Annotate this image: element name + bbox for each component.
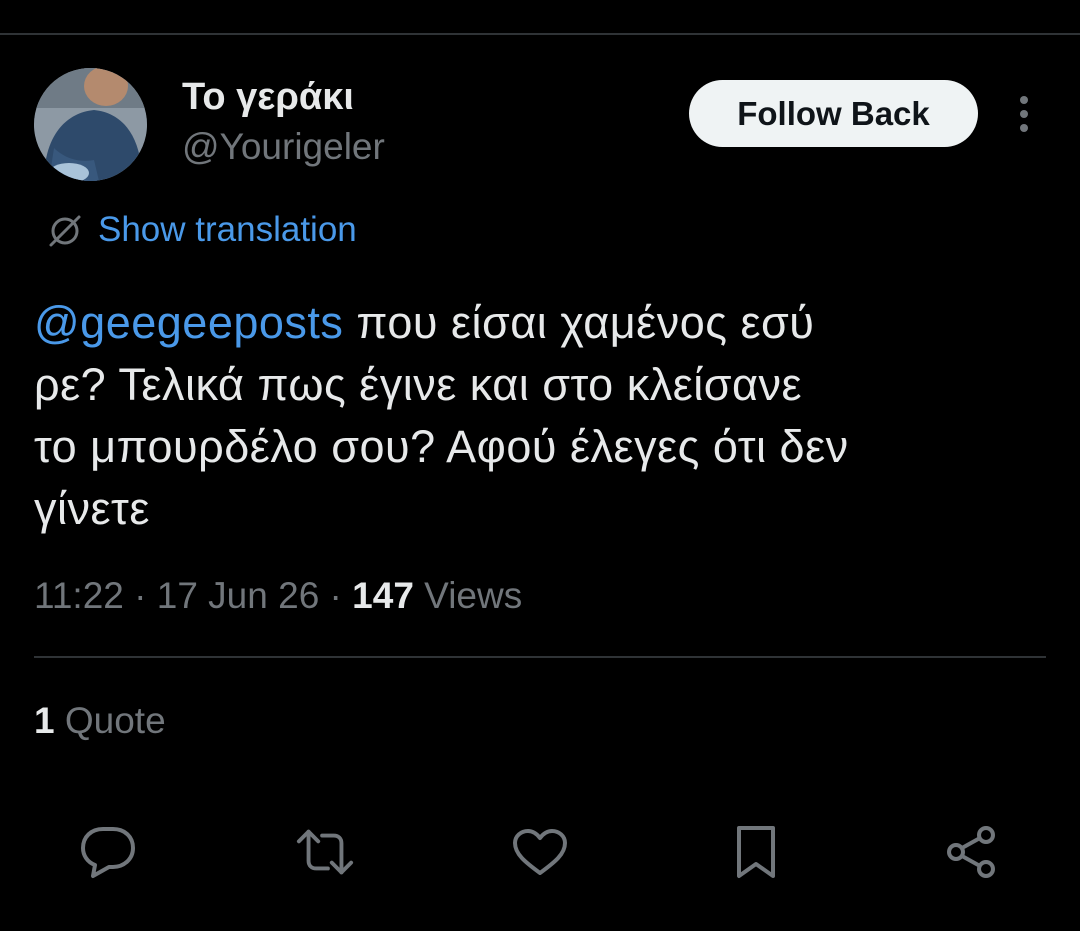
globe-slash-icon — [49, 215, 81, 247]
retweet-button[interactable] — [295, 822, 355, 882]
mention-link[interactable]: @geegeeposts — [34, 297, 343, 348]
tweet-line-1: @geegeeposts που είσαι χαμένος εσύ — [34, 292, 1044, 354]
share-icon — [947, 826, 995, 878]
avatar-image — [34, 68, 147, 181]
show-translation-label: Show translation — [98, 210, 357, 249]
reply-button[interactable] — [78, 822, 138, 882]
tweet-line-1-text: που είσαι χαμένος εσύ — [343, 297, 815, 348]
retweet-icon — [296, 829, 354, 875]
quotes-link[interactable]: 1 Quote — [34, 700, 166, 742]
views-label: Views — [413, 575, 523, 616]
share-button[interactable] — [941, 822, 1001, 882]
more-options-icon[interactable] — [1010, 94, 1038, 134]
bookmark-button[interactable] — [726, 822, 786, 882]
mid-divider — [34, 656, 1046, 658]
tweet-date[interactable]: 17 Jun 26 — [157, 575, 320, 616]
tweet-text: @geegeeposts που είσαι χαμένος εσύ ρε? Τ… — [34, 292, 1044, 540]
tweet-line-2: ρε? Τελικά πως έγινε και στο κλείσανε — [34, 359, 803, 410]
tweet-line-3: το μπουρδέλο σου? Αφού έλεγες ότι δεν — [34, 421, 849, 472]
meta-separator: · — [319, 575, 353, 616]
user-handle[interactable]: @Yourigeler — [182, 126, 385, 168]
bookmark-icon — [737, 826, 775, 878]
display-name[interactable]: Το γεράκι — [182, 76, 354, 119]
heart-icon — [513, 829, 567, 875]
avatar[interactable] — [34, 68, 147, 181]
meta-separator: · — [123, 575, 157, 616]
views-count: 147 — [352, 575, 414, 616]
tweet-meta: 11:22 · 17 Jun 26 · 147 Views — [34, 575, 522, 617]
tweet-line-4: γίνετε — [34, 483, 150, 534]
follow-back-button[interactable]: Follow Back — [689, 80, 978, 147]
quotes-count: 1 — [34, 700, 55, 741]
reply-icon — [81, 827, 135, 878]
like-button[interactable] — [510, 822, 570, 882]
quotes-label: Quote — [54, 700, 166, 741]
tweet-time[interactable]: 11:22 — [34, 575, 124, 616]
top-divider — [0, 33, 1080, 35]
show-translation-link[interactable]: Show translation — [46, 206, 357, 254]
